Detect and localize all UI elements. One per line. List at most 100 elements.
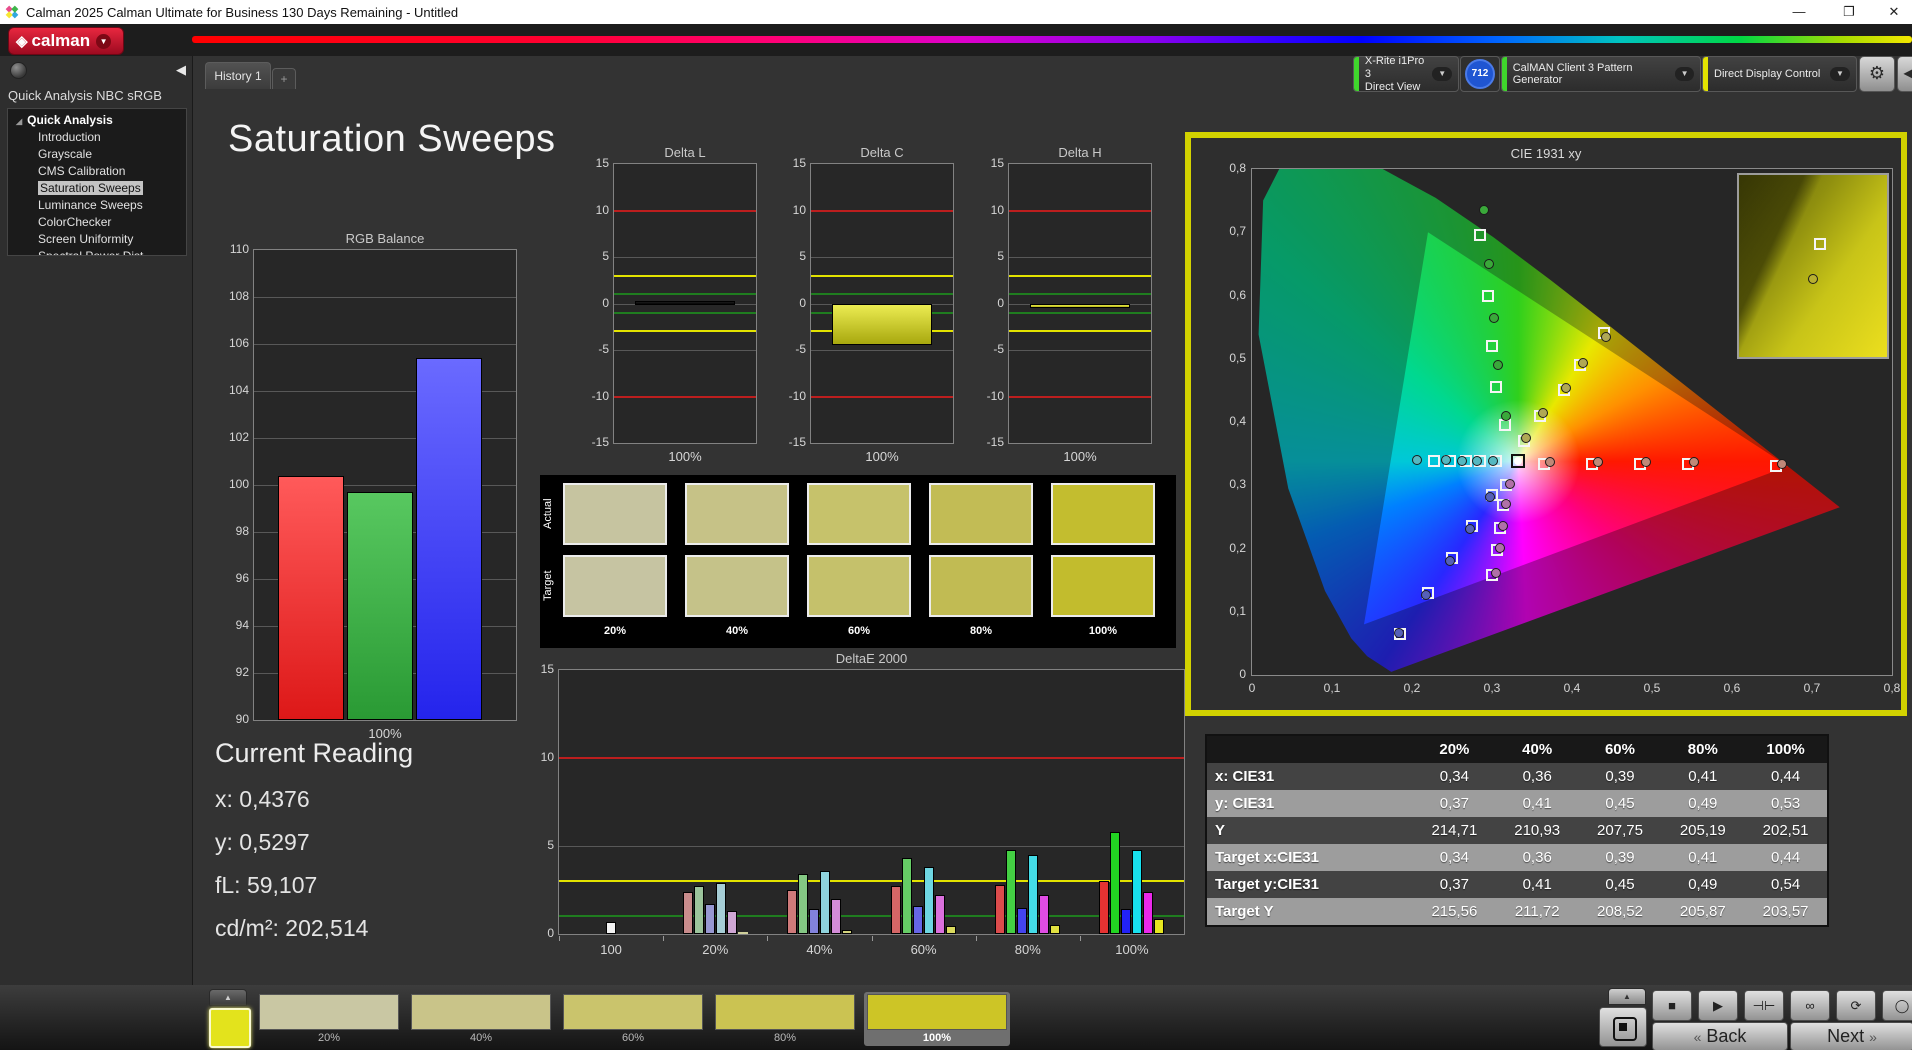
cie-measured-yellow	[1601, 332, 1612, 343]
back-button[interactable]: « Back	[1652, 1022, 1788, 1050]
reference-line	[559, 880, 1184, 883]
delta-xlabel: 100%	[1063, 449, 1097, 464]
active-patch-swatch[interactable]	[209, 1008, 251, 1048]
refresh-icon[interactable]: ⟳	[1836, 990, 1876, 1021]
patch-tab-40%[interactable]: 40%	[408, 992, 554, 1046]
current-reading-title: Current Reading	[215, 738, 414, 768]
reference-line	[559, 915, 1184, 918]
x-tick	[975, 936, 977, 941]
cie-measured-green	[1501, 410, 1512, 421]
deltae-bar	[841, 929, 852, 934]
table-cell: 0,34	[1413, 844, 1496, 871]
cie-white-point-marker	[1511, 454, 1526, 469]
patch-tab-swatch	[411, 994, 551, 1030]
calman-menu-button[interactable]: ◈ calman ▼	[8, 27, 124, 55]
delta-ytick-label: -5	[795, 342, 806, 356]
cie-measured-red	[1689, 457, 1700, 468]
table-cell: 0,39	[1578, 844, 1662, 871]
stop-icon[interactable]: ■	[1652, 990, 1692, 1021]
deltae-group-label: 40%	[806, 942, 833, 957]
patch-tab-swatch	[563, 994, 703, 1030]
meter-selector[interactable]: X-Rite i1Pro 3 Direct View ▼	[1353, 55, 1459, 93]
settings-gear-icon[interactable]: ⚙	[1859, 56, 1895, 92]
minimize-button[interactable]: —	[1782, 0, 1816, 24]
patch-tab-80%[interactable]: 80%	[712, 992, 858, 1046]
table-cell: 0,41	[1495, 871, 1579, 898]
tree-expand-icon: ◢	[16, 117, 23, 126]
deltae-group-label: 20%	[702, 942, 729, 957]
meter-count-badge[interactable]: 712	[1465, 59, 1495, 89]
deltae-bar	[935, 895, 946, 934]
rgb-bar-blue	[416, 358, 482, 720]
pattern-window-button[interactable]	[1599, 1007, 1647, 1047]
source-selector[interactable]: CalMAN Client 3 Pattern Generator ▼	[1501, 56, 1701, 92]
cie-measured-magenta	[1495, 542, 1505, 553]
tab-history-1[interactable]: History 1	[205, 62, 271, 89]
swatch-actual-20%	[563, 483, 667, 545]
delta-ytick-label: 15	[595, 156, 609, 170]
cie-measured-blue	[1394, 627, 1405, 638]
patch-tab-label: 100%	[922, 1032, 952, 1044]
next-button[interactable]: Next »	[1790, 1022, 1912, 1050]
cie-measured-red	[1545, 457, 1556, 468]
cie-xtick-label: 0,2	[1403, 681, 1421, 695]
sidebar-item-grayscale[interactable]: Grayscale	[8, 146, 186, 163]
deltae-bar	[1006, 849, 1017, 934]
deltae-bar	[819, 870, 830, 934]
play-icon[interactable]: ▶	[1698, 990, 1738, 1021]
next-chevron-icon: »	[1869, 1029, 1877, 1045]
patch-tab-swatch	[715, 994, 855, 1030]
right-panel-collapse-icon[interactable]: ◀	[1897, 56, 1912, 92]
record-icon[interactable]: ◯	[1882, 990, 1912, 1021]
cie-target-cyan	[1428, 455, 1441, 468]
add-tab-button[interactable]: +	[272, 68, 296, 89]
sidebar-item-saturation-sweeps[interactable]: Saturation Sweeps	[8, 180, 186, 197]
reference-line	[614, 209, 756, 212]
source-dropdown-icon[interactable]: ▼	[1675, 67, 1694, 81]
sidebar-item-introduction[interactable]: Introduction	[8, 129, 186, 146]
patch-tab-100%[interactable]: 100%	[864, 992, 1010, 1046]
table-cell: 0,54	[1744, 871, 1827, 898]
rgb-ytick-label: 90	[235, 712, 249, 726]
patch-up-arrow-button[interactable]: ▲	[209, 989, 247, 1006]
deltae-bar	[1017, 907, 1028, 934]
delta-h-chart: Delta H 100% -15 -10 -5 0 5 10 15	[987, 145, 1152, 464]
delta-ytick-label: -5	[598, 342, 609, 356]
reference-line	[614, 330, 756, 333]
table-cell: 0,36	[1495, 763, 1579, 790]
display-dropdown-icon[interactable]: ▼	[1830, 67, 1850, 81]
maximize-button[interactable]: ❐	[1832, 0, 1866, 24]
patch-tab-60%[interactable]: 60%	[560, 992, 706, 1046]
delta-ytick-label: -10	[591, 388, 609, 403]
sidebar-item-spectral-power-dist-[interactable]: Spectral Power Dist.	[8, 248, 186, 255]
sidebar-item-cms-calibration[interactable]: CMS Calibration	[8, 163, 186, 180]
sidebar-item-luminance-sweeps[interactable]: Luminance Sweeps	[8, 197, 186, 214]
controls-up-arrow-button[interactable]: ▲	[1608, 988, 1646, 1005]
cie-ytick-label: 0,8	[1229, 161, 1246, 175]
source-status-indicator	[1502, 57, 1507, 91]
workflow-tree: ◢ Quick Analysis Introduction Grayscale CMS…	[7, 108, 187, 256]
cie-measured-cyan	[1440, 454, 1451, 465]
single-measure-icon[interactable]: ⊣⊢	[1744, 990, 1784, 1021]
pattern-window-icon	[1613, 1017, 1637, 1041]
deltae-bar	[726, 911, 737, 934]
saturation-swatch-panel: Actual Target 20% 40% 60% 80% 100%	[540, 475, 1176, 648]
sidebar-item-colorchecker[interactable]: ColorChecker	[8, 214, 186, 231]
meter-dropdown-icon[interactable]: ▼	[1432, 67, 1452, 81]
patch-tab-swatch	[867, 994, 1007, 1030]
cie-xtick-label: 0,4	[1563, 681, 1581, 695]
table-cell: 210,93	[1495, 817, 1579, 844]
cie-measured-magenta	[1504, 478, 1515, 489]
brand-name: calman	[31, 31, 91, 50]
continuous-measure-icon[interactable]: ∞	[1790, 990, 1830, 1021]
delta-ytick-label: 5	[602, 249, 609, 263]
tree-root-item[interactable]: ◢ Quick Analysis	[8, 109, 186, 129]
patch-tab-20%[interactable]: 20%	[256, 992, 402, 1046]
table-row-label: Target y:CIE31	[1207, 871, 1413, 898]
deltae-bar	[902, 858, 913, 934]
display-selector[interactable]: Direct Display Control ▼	[1702, 56, 1857, 92]
sidebar-item-screen-uniformity[interactable]: Screen Uniformity	[8, 231, 186, 248]
source-name: CalMAN Client 3 Pattern Generator	[1512, 62, 1633, 86]
sidebar-collapse-icon[interactable]: ◀	[176, 62, 186, 78]
close-button[interactable]: ✕	[1877, 0, 1911, 24]
